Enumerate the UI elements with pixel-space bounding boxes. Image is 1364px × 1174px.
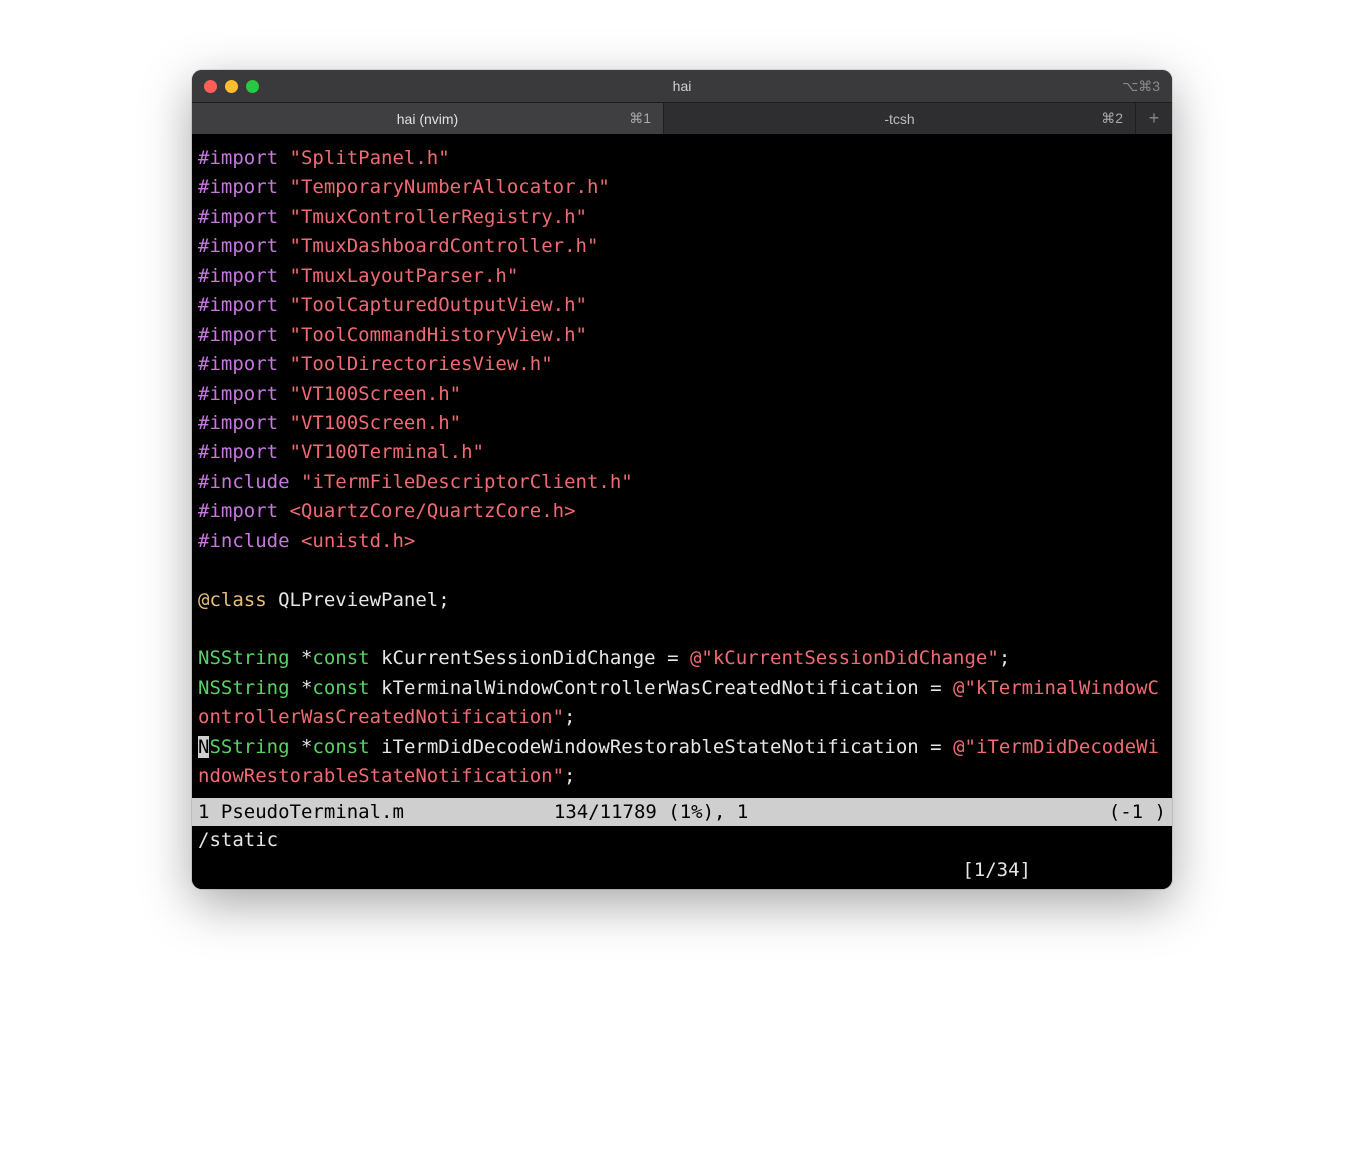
code-line: #import <QuartzCore/QuartzCore.h> bbox=[198, 497, 1166, 526]
pp-header: "VT100Screen.h" bbox=[290, 383, 462, 405]
status-filename: 1 PseudoTerminal.m bbox=[198, 799, 404, 826]
vim-status-bar: 1 PseudoTerminal.m 134/11789 (1%), 1 (-1… bbox=[192, 798, 1172, 827]
status-position: 134/11789 (1%), 1 bbox=[554, 799, 748, 826]
keyword-class: @class bbox=[198, 589, 267, 611]
pp-directive: #import bbox=[198, 235, 278, 257]
window-shortcut-hint: ⌥⌘3 bbox=[1122, 78, 1160, 95]
code-line: NSString *const kTerminalWindowControlle… bbox=[198, 674, 1166, 733]
const-name: iTermDidDecodeWindowRestorableStateNotif… bbox=[381, 736, 919, 758]
code-line: #import "ToolCapturedOutputView.h" bbox=[198, 291, 1166, 320]
semicolon: ; bbox=[999, 647, 1010, 669]
pp-header: "VT100Terminal.h" bbox=[290, 441, 484, 463]
equals: = bbox=[919, 677, 953, 699]
code-line: #import "TmuxLayoutParser.h" bbox=[198, 262, 1166, 291]
pp-header: "iTermFileDescriptorClient.h" bbox=[301, 471, 633, 493]
code-line: #import "VT100Screen.h" bbox=[198, 380, 1166, 409]
pp-directive: #import bbox=[198, 294, 278, 316]
code-line: #import "SplitPanel.h" bbox=[198, 144, 1166, 173]
pp-directive: #import bbox=[198, 265, 278, 287]
tab-label: hai (nvim) bbox=[397, 111, 458, 127]
pp-directive: #import bbox=[198, 206, 278, 228]
const-value: @"kCurrentSessionDidChange" bbox=[690, 647, 999, 669]
pp-header: "TmuxControllerRegistry.h" bbox=[290, 206, 587, 228]
code-line: NSString *const iTermDidDecodeWindowRest… bbox=[198, 733, 1166, 792]
tab-hai-nvim[interactable]: hai (nvim) ⌘1 bbox=[192, 103, 664, 134]
pp-header: "TemporaryNumberAllocator.h" bbox=[290, 176, 610, 198]
window-title: hai bbox=[192, 78, 1172, 94]
pp-directive: #import bbox=[198, 353, 278, 375]
pp-header: "SplitPanel.h" bbox=[290, 147, 450, 169]
tab-label: -tcsh bbox=[884, 111, 914, 127]
maximize-button[interactable] bbox=[246, 80, 259, 93]
cursor: N bbox=[198, 736, 209, 758]
const-name: kTerminalWindowControllerWasCreatedNotif… bbox=[381, 677, 919, 699]
const-keyword: const bbox=[312, 677, 369, 699]
pp-header: <unistd.h> bbox=[301, 530, 415, 552]
search-query: /static bbox=[198, 826, 1166, 855]
close-button[interactable] bbox=[204, 80, 217, 93]
class-name: QLPreviewPanel; bbox=[278, 589, 450, 611]
vim-command-line[interactable]: /static [1/34] bbox=[192, 826, 1172, 889]
code-line: #import "VT100Screen.h" bbox=[198, 409, 1166, 438]
terminal-window: hai ⌥⌘3 hai (nvim) ⌘1 -tcsh ⌘2 + #import… bbox=[192, 70, 1172, 889]
pp-directive: #import bbox=[198, 324, 278, 346]
search-count: [1/34] bbox=[198, 856, 1166, 885]
blank-line bbox=[198, 556, 1166, 585]
code-line: #import "TemporaryNumberAllocator.h" bbox=[198, 173, 1166, 202]
new-tab-button[interactable]: + bbox=[1136, 103, 1172, 134]
status-right: (-1 ) bbox=[1109, 799, 1166, 826]
pp-header: "VT100Screen.h" bbox=[290, 412, 462, 434]
code-line: #include <unistd.h> bbox=[198, 527, 1166, 556]
pp-directive: #include bbox=[198, 530, 290, 552]
pp-directive: #import bbox=[198, 412, 278, 434]
pp-directive: #import bbox=[198, 441, 278, 463]
type: NSString bbox=[198, 647, 290, 669]
code-line: #import "TmuxDashboardController.h" bbox=[198, 232, 1166, 261]
pp-directive: #import bbox=[198, 383, 278, 405]
pp-header: "TmuxDashboardController.h" bbox=[290, 235, 599, 257]
blank-line bbox=[198, 615, 1166, 644]
star: * bbox=[301, 647, 312, 669]
const-keyword: const bbox=[312, 736, 369, 758]
star: * bbox=[301, 677, 312, 699]
tab-tcsh[interactable]: -tcsh ⌘2 bbox=[664, 103, 1136, 134]
code-line: #import "VT100Terminal.h" bbox=[198, 438, 1166, 467]
tab-shortcut: ⌘2 bbox=[1101, 110, 1123, 127]
code-line: NSString *const kCurrentSessionDidChange… bbox=[198, 644, 1166, 673]
titlebar[interactable]: hai ⌥⌘3 bbox=[192, 70, 1172, 102]
code-line: #import "ToolCommandHistoryView.h" bbox=[198, 321, 1166, 350]
star: * bbox=[301, 736, 312, 758]
pp-header: <QuartzCore/QuartzCore.h> bbox=[290, 500, 576, 522]
code-line: @class QLPreviewPanel; bbox=[198, 586, 1166, 615]
tab-shortcut: ⌘1 bbox=[629, 110, 651, 127]
minimize-button[interactable] bbox=[225, 80, 238, 93]
code-line: #import "TmuxControllerRegistry.h" bbox=[198, 203, 1166, 232]
semicolon: ; bbox=[564, 706, 575, 728]
const-name: kCurrentSessionDidChange bbox=[381, 647, 656, 669]
pp-header: "TmuxLayoutParser.h" bbox=[290, 265, 519, 287]
pp-directive: #import bbox=[198, 500, 278, 522]
terminal-content[interactable]: #import "SplitPanel.h"#import "Temporary… bbox=[192, 134, 1172, 798]
code-line: #include "iTermFileDescriptorClient.h" bbox=[198, 468, 1166, 497]
pp-directive: #import bbox=[198, 147, 278, 169]
pp-header: "ToolCommandHistoryView.h" bbox=[290, 324, 587, 346]
pp-directive: #import bbox=[198, 176, 278, 198]
pp-header: "ToolCapturedOutputView.h" bbox=[290, 294, 587, 316]
type: NSString bbox=[198, 677, 290, 699]
code-line: #import "ToolDirectoriesView.h" bbox=[198, 350, 1166, 379]
semicolon: ; bbox=[564, 765, 575, 787]
equals: = bbox=[656, 647, 690, 669]
pp-directive: #include bbox=[198, 471, 290, 493]
tab-bar: hai (nvim) ⌘1 -tcsh ⌘2 + bbox=[192, 102, 1172, 134]
traffic-lights bbox=[204, 80, 259, 93]
equals: = bbox=[919, 736, 953, 758]
plus-icon: + bbox=[1149, 108, 1160, 129]
type: SString bbox=[209, 736, 289, 758]
pp-header: "ToolDirectoriesView.h" bbox=[290, 353, 553, 375]
const-keyword: const bbox=[312, 647, 369, 669]
